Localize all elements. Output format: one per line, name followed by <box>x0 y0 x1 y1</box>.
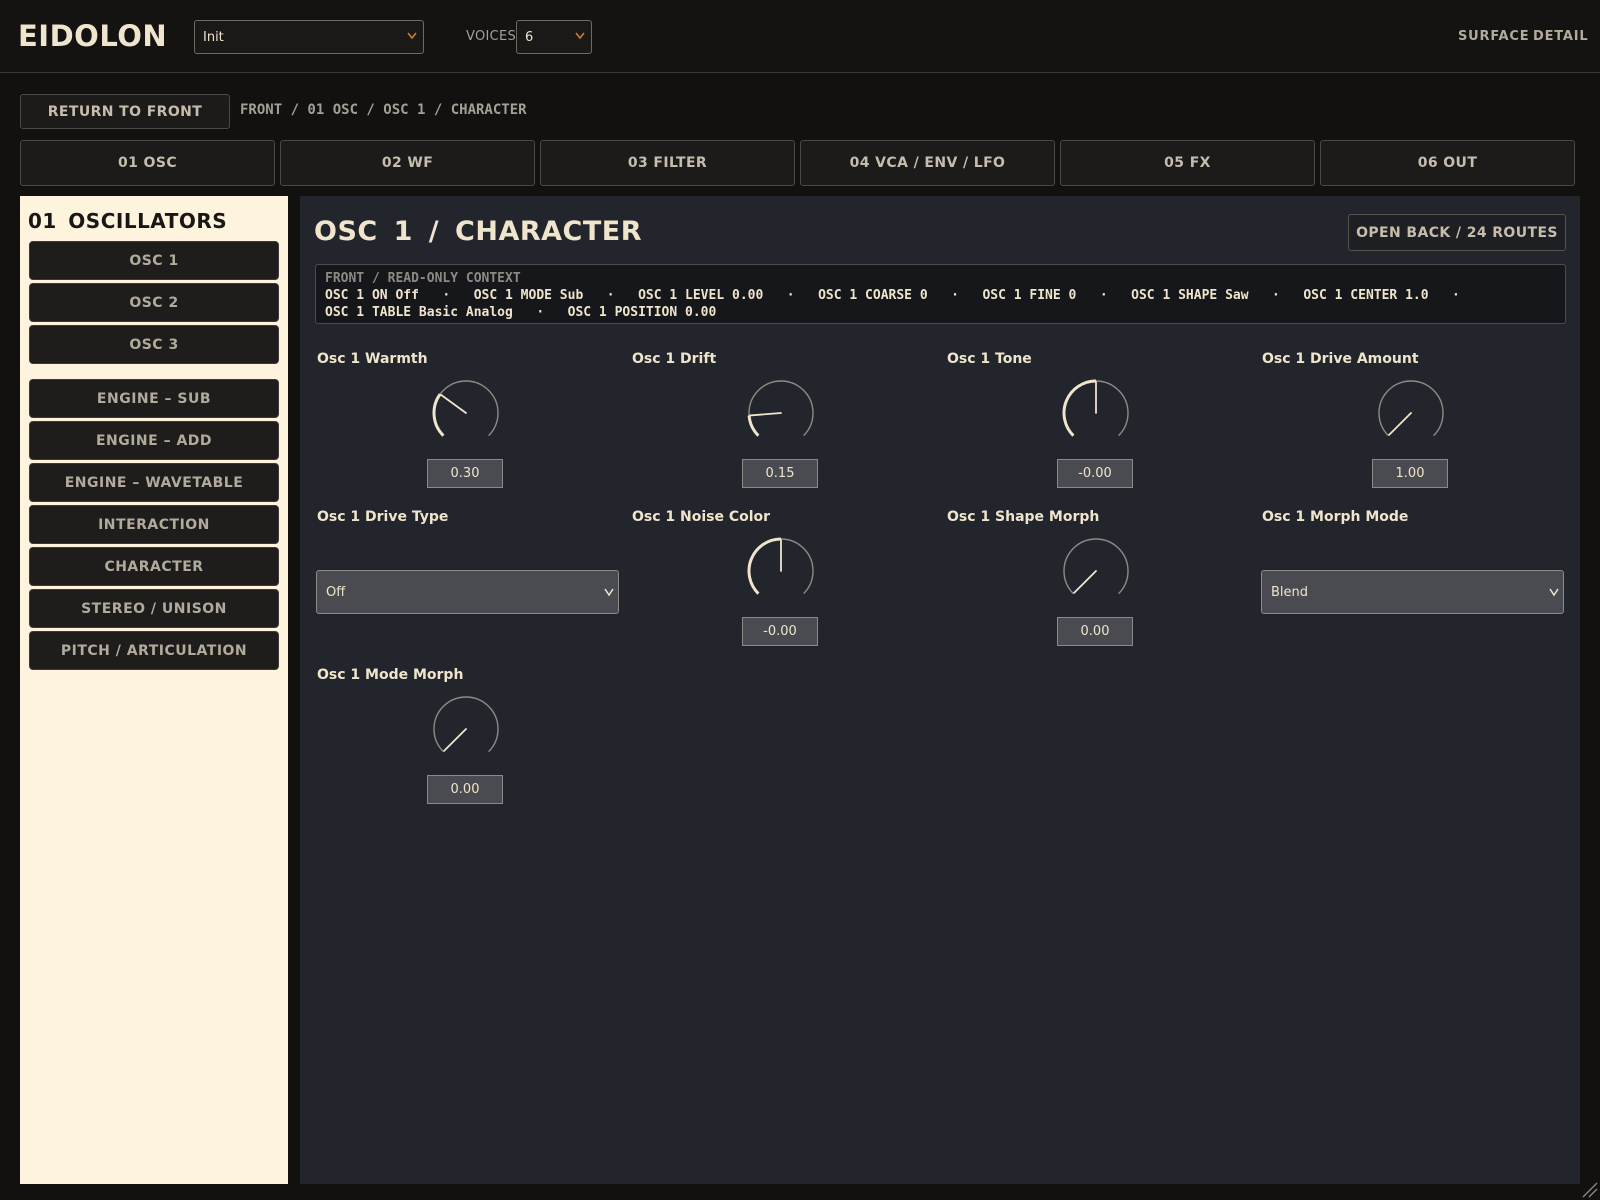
context-heading: FRONT / READ-ONLY CONTEXT <box>325 271 521 286</box>
param-label: Osc 1 Drift <box>632 351 717 367</box>
mode-morph-knob[interactable] <box>431 694 501 764</box>
breadcrumb: FRONT / 01 OSC / OSC 1 / CHARACTER <box>240 102 527 118</box>
param-label: Osc 1 Mode Morph <box>317 667 464 683</box>
param-mode-morph: Osc 1 Mode Morph 0.00 <box>314 667 618 817</box>
context-line: OSC 1 ON Off · OSC 1 MODE Sub · OSC 1 LE… <box>325 288 1460 303</box>
param-label: Osc 1 Drive Type <box>317 509 449 525</box>
drive-type-value: Off <box>326 584 346 600</box>
drift-knob[interactable] <box>746 378 816 448</box>
preset-select[interactable]: Init <box>194 20 424 54</box>
param-drive-amount: Osc 1 Drive Amount 1.00 <box>1259 351 1563 501</box>
knob-track <box>748 380 814 437</box>
knob-track <box>1378 380 1444 437</box>
sidebar-item-osc-1[interactable]: OSC 1 <box>29 241 279 280</box>
tab-out[interactable]: 06 OUT <box>1320 140 1575 186</box>
knob-value-arc <box>432 393 445 437</box>
sidebar-item-engine-add[interactable]: ENGINE – ADD <box>29 421 279 460</box>
knob-pointer <box>443 728 467 752</box>
knob-pointer <box>440 393 467 414</box>
sidebar-item-pitch-articulation[interactable]: PITCH / ARTICULATION <box>29 631 279 670</box>
param-label: Osc 1 Noise Color <box>632 509 771 525</box>
page-title: OSC 1 / CHARACTER <box>314 216 643 247</box>
noise-color-value[interactable]: -0.00 <box>742 617 818 646</box>
param-label: Osc 1 Tone <box>947 351 1032 367</box>
param-morph-mode: Osc 1 Morph Mode Blend <box>1259 509 1564 659</box>
resize-grip-icon[interactable] <box>1580 1180 1598 1198</box>
tab-filter[interactable]: 03 FILTER <box>540 140 795 186</box>
param-noise-color: Osc 1 Noise Color -0.00 <box>629 509 933 659</box>
main-panel: OSC 1 / CHARACTER OPEN BACK / 24 ROUTES … <box>300 196 1580 1184</box>
chevron-down-icon <box>575 32 585 40</box>
knob-value-arc <box>1062 379 1097 437</box>
open-back-button[interactable]: OPEN BACK / 24 ROUTES <box>1348 214 1566 251</box>
param-drive-type: Osc 1 Drive Type Off <box>314 509 619 659</box>
sidebar-title: 01 OSCILLATORS <box>28 209 228 233</box>
param-label: Osc 1 Warmth <box>317 351 428 367</box>
param-warmth: Osc 1 Warmth 0.30 <box>314 351 618 501</box>
morph-mode-value: Blend <box>1271 584 1309 600</box>
sidebar-item-engine-sub[interactable]: ENGINE – SUB <box>29 379 279 418</box>
param-drift: Osc 1 Drift 0.15 <box>629 351 933 501</box>
top-bar: EIDOLON Init VOICES 6 SURFACE DETAIL <box>0 0 1600 73</box>
warmth-knob[interactable] <box>431 378 501 448</box>
tab-vca-env-lfo[interactable]: 04 VCA / ENV / LFO <box>800 140 1055 186</box>
drive-type-select[interactable]: Off <box>316 570 619 614</box>
surface-view-link[interactable]: SURFACE <box>1458 29 1529 44</box>
knob-pointer <box>749 412 782 417</box>
chevron-down-icon <box>407 32 417 40</box>
drive-amount-value[interactable]: 1.00 <box>1372 459 1448 488</box>
sidebar-item-stereo-unison[interactable]: STEREO / UNISON <box>29 589 279 628</box>
voices-value: 6 <box>525 29 534 45</box>
knob-pointer <box>1073 570 1097 594</box>
read-only-context: FRONT / READ-ONLY CONTEXT OSC 1 ON Off ·… <box>315 264 1566 324</box>
sidebar-item-interaction[interactable]: INTERACTION <box>29 505 279 544</box>
param-tone: Osc 1 Tone -0.00 <box>944 351 1248 501</box>
tab-fx[interactable]: 05 FX <box>1060 140 1315 186</box>
mode-morph-value[interactable]: 0.00 <box>427 775 503 804</box>
tone-value[interactable]: -0.00 <box>1057 459 1133 488</box>
chevron-down-icon <box>1549 588 1559 597</box>
app-logo: EIDOLON <box>18 19 168 53</box>
drift-value[interactable]: 0.15 <box>742 459 818 488</box>
drive-amount-knob[interactable] <box>1376 378 1446 448</box>
shape-morph-value[interactable]: 0.00 <box>1057 617 1133 646</box>
section-tabs: 01 OSC 02 WF 03 FILTER 04 VCA / ENV / LF… <box>20 140 1576 186</box>
tab-wf[interactable]: 02 WF <box>280 140 535 186</box>
sidebar-item-engine-wavetable[interactable]: ENGINE – WAVETABLE <box>29 463 279 502</box>
sidebar-item-osc-2[interactable]: OSC 2 <box>29 283 279 322</box>
tab-osc[interactable]: 01 OSC <box>20 140 275 186</box>
context-line: OSC 1 TABLE Basic Analog · OSC 1 POSITIO… <box>325 305 717 320</box>
sidebar-item-character[interactable]: CHARACTER <box>29 547 279 586</box>
tone-knob[interactable] <box>1061 378 1131 448</box>
sidebar: 01 OSCILLATORS OSC 1 OSC 2 OSC 3 ENGINE … <box>20 196 288 1184</box>
knob-value-arc <box>747 537 782 595</box>
knob-track <box>433 696 499 753</box>
param-shape-morph: Osc 1 Shape Morph 0.00 <box>944 509 1248 659</box>
knob-track <box>433 380 499 437</box>
preset-value: Init <box>203 29 224 45</box>
param-label: Osc 1 Shape Morph <box>947 509 1100 525</box>
warmth-value[interactable]: 0.30 <box>427 459 503 488</box>
chevron-down-icon <box>604 588 614 597</box>
return-to-front-button[interactable]: RETURN TO FRONT <box>20 94 230 129</box>
morph-mode-select[interactable]: Blend <box>1261 570 1564 614</box>
voices-select[interactable]: 6 <box>516 20 592 54</box>
knob-track <box>1063 538 1129 595</box>
shape-morph-knob[interactable] <box>1061 536 1131 606</box>
param-label: Osc 1 Morph Mode <box>1262 509 1409 525</box>
voices-label: VOICES <box>466 29 517 44</box>
knob-pointer <box>1388 412 1412 436</box>
param-label: Osc 1 Drive Amount <box>1262 351 1419 367</box>
detail-view-link[interactable]: DETAIL <box>1533 29 1589 44</box>
knob-value-arc <box>747 415 760 437</box>
sidebar-item-osc-3[interactable]: OSC 3 <box>29 325 279 364</box>
noise-color-knob[interactable] <box>746 536 816 606</box>
